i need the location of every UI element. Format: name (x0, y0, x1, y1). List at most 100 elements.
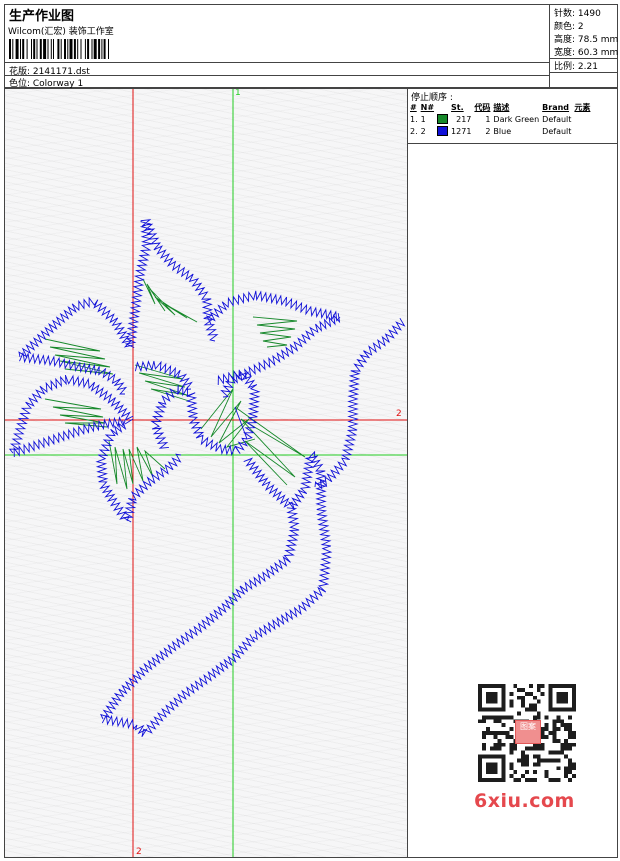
qr-module (509, 715, 514, 720)
qr-module (478, 754, 482, 759)
qr-module (568, 746, 573, 751)
barcode-bar (47, 39, 49, 59)
qr-module (525, 691, 529, 696)
qr-module (501, 723, 506, 728)
qr-module (556, 695, 561, 700)
qr-module (501, 695, 506, 700)
qr-module (552, 734, 557, 739)
qr-module (493, 707, 498, 712)
qr-module (521, 699, 526, 704)
design-stats: 针数: 1490 颜色: 2 高度: 78.5 mm 宽度: 60.3 mm 比… (549, 5, 618, 87)
qr-module (540, 691, 545, 696)
qr-module (493, 746, 498, 751)
qr-module (548, 699, 553, 704)
satin-outline (101, 713, 138, 730)
qr-module (544, 770, 549, 775)
qr-module (509, 691, 514, 696)
stat-width: 宽度: 60.3 mm (554, 48, 619, 58)
qr-module (493, 770, 498, 775)
worksheet-title: 生产作业图 (9, 9, 75, 24)
qr-module (536, 754, 541, 759)
qr-module (481, 715, 486, 720)
qr-module (568, 734, 573, 739)
qr-module (521, 774, 526, 779)
needle-number: 1 (420, 114, 426, 124)
qr-module (517, 687, 522, 692)
qr-module (513, 778, 518, 782)
qr-module (560, 746, 565, 751)
qr-module (509, 699, 514, 704)
qr-module (572, 687, 576, 692)
design-preview: 1 2 2 (4, 88, 408, 858)
qr-module (478, 719, 482, 724)
qr-module (489, 762, 494, 767)
qr-module (501, 754, 506, 759)
qr-module (521, 687, 526, 692)
qr-module (572, 707, 576, 712)
qr-module (572, 762, 576, 767)
qr-module (548, 707, 553, 712)
qr-module (536, 699, 541, 704)
barcode-bar (73, 39, 76, 59)
qr-module (489, 770, 494, 775)
qr-module (489, 684, 494, 688)
qr-module (552, 727, 557, 732)
qr-module (572, 691, 576, 696)
qr-module (521, 703, 526, 708)
qr-module (513, 770, 518, 775)
qr-module (481, 754, 486, 759)
qr-module (509, 746, 514, 751)
qr-module (560, 719, 565, 724)
qr-module (540, 758, 545, 763)
qr-module (481, 742, 486, 747)
qr-module (478, 695, 482, 700)
thread-brand: Default (542, 126, 572, 136)
qr-module (548, 684, 553, 688)
qr-module (521, 754, 526, 759)
qr-module (493, 766, 498, 771)
table-header-row: # N# St. 代码 描述 Brand 元素 (410, 101, 593, 113)
barcode-bar (39, 39, 42, 59)
qr-module (532, 715, 537, 720)
qr-module (548, 731, 553, 735)
barcode-bar (60, 39, 62, 59)
qr-module (532, 695, 537, 700)
qr-module (556, 707, 561, 712)
qr-module (564, 727, 569, 732)
axis-label-red-horizontal: 2 (396, 409, 402, 419)
qr-module (478, 707, 482, 712)
element-cell (574, 125, 593, 137)
qr-module (532, 778, 537, 782)
qr-module (552, 719, 557, 724)
qr-module (572, 742, 576, 747)
qr-module (536, 746, 541, 751)
qr-module (501, 762, 506, 767)
qr-module (489, 695, 494, 700)
stat-height: 高度: 78.5 mm (554, 35, 619, 45)
qr-module (568, 715, 573, 720)
qr-module (552, 707, 557, 712)
stat-colors: 颜色: 2 (554, 22, 584, 32)
qr-module (525, 754, 529, 759)
barcode-bar (15, 39, 19, 59)
qr-module (489, 707, 494, 712)
qr-module (478, 758, 482, 763)
qr-module (564, 723, 569, 728)
column-header: 描述 (493, 102, 510, 112)
qr-module (481, 731, 486, 735)
barcode-bar (67, 39, 69, 59)
qr-module (556, 738, 561, 743)
qr-module (478, 766, 482, 771)
qr-module (528, 746, 533, 751)
qr-module (489, 766, 494, 771)
qr-module (485, 684, 490, 688)
qr-module (564, 770, 569, 775)
qr-module (528, 691, 533, 696)
qr-module (540, 684, 545, 688)
qr-module (568, 762, 573, 767)
barcode-bar (33, 39, 36, 59)
qr-module (572, 699, 576, 704)
qr-module (501, 707, 506, 712)
qr-module (509, 762, 514, 767)
qr-module (501, 684, 506, 688)
